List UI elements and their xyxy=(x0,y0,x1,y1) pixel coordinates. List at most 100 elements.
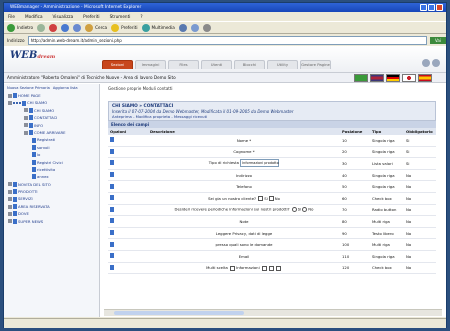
tree-item[interactable]: Registrati xyxy=(4,136,99,143)
menu-file[interactable]: File xyxy=(8,13,15,21)
forward-button[interactable] xyxy=(37,23,46,32)
checkbox[interactable] xyxy=(268,265,274,271)
menu-help[interactable]: ? xyxy=(140,13,142,21)
field-description: Email xyxy=(148,250,340,263)
radio-button[interactable] xyxy=(302,207,308,213)
tab-utenti[interactable]: Utenti xyxy=(201,60,232,69)
logout-icon[interactable] xyxy=(432,59,440,67)
go-button[interactable]: Vai xyxy=(430,36,446,44)
field-description: Leggere Privacy, dati di legge xyxy=(148,227,340,240)
new-section-link[interactable]: Nuova Sezione Primaria xyxy=(7,86,50,90)
tree-item[interactable]: Registri Civici xyxy=(4,159,99,166)
minimize-button[interactable] xyxy=(420,4,427,11)
checkbox[interactable] xyxy=(268,196,274,202)
edit-icon[interactable] xyxy=(110,253,114,259)
tree-item[interactable]: annex xyxy=(4,173,99,180)
print-button[interactable] xyxy=(202,23,211,32)
refresh-icon xyxy=(61,23,70,32)
tree-item[interactable]: lo xyxy=(4,151,99,158)
table-row: Tipo di richiesta Informazioni prodotto 3… xyxy=(108,157,436,170)
refresh-button[interactable] xyxy=(61,23,70,32)
menu-visualizza[interactable]: Visualizza xyxy=(53,13,74,21)
request-type-select[interactable]: Informazioni prodotto xyxy=(240,159,280,168)
tab-utility[interactable]: Utility xyxy=(267,60,298,69)
maximize-button[interactable] xyxy=(428,4,435,11)
check-icon[interactable] xyxy=(354,74,368,82)
tree-item[interactable]: HOME PAGE xyxy=(4,92,99,99)
checkbox[interactable] xyxy=(258,196,264,202)
field-type: Multi riga xyxy=(370,238,404,251)
tree-item[interactable]: CONTATTACI xyxy=(4,114,99,121)
tab-gestore-pagine[interactable]: Gestore Pagine xyxy=(300,60,331,69)
language-flags xyxy=(354,74,432,82)
tab-sezioni[interactable]: Sezioni xyxy=(102,60,133,69)
spain-flag-icon[interactable] xyxy=(418,74,432,82)
edit-icon[interactable] xyxy=(110,172,114,178)
folder-icon xyxy=(8,182,12,187)
checkbox[interactable] xyxy=(275,265,281,271)
refresh-list-link[interactable]: Aggiorna lista xyxy=(53,86,78,90)
edit-icon[interactable] xyxy=(110,218,114,224)
tree-item[interactable]: ricettivita xyxy=(4,166,99,173)
mail-icon xyxy=(190,23,199,32)
edit-icon[interactable] xyxy=(110,137,114,143)
checkbox[interactable] xyxy=(261,265,267,271)
tree-item[interactable]: CHI SIAMO xyxy=(4,99,99,106)
radio-button[interactable] xyxy=(291,207,297,213)
edit-icon[interactable] xyxy=(110,183,114,189)
checkbox[interactable] xyxy=(230,265,236,271)
tree-item[interactable]: NOVITA DEL SITO xyxy=(4,181,99,188)
tree-item[interactable]: INFO xyxy=(4,122,99,129)
back-button[interactable]: Indietro xyxy=(7,23,33,32)
edit-icon[interactable] xyxy=(110,195,114,201)
help-icon[interactable] xyxy=(422,59,430,67)
field-required: No xyxy=(404,227,436,240)
edit-icon[interactable] xyxy=(110,230,114,236)
mail-button[interactable] xyxy=(190,23,199,32)
table-row: Nome * 10 Singola riga Si xyxy=(108,135,436,147)
scrollbar-thumb[interactable] xyxy=(114,311,244,315)
menu-strumenti[interactable]: Strumenti xyxy=(110,13,131,21)
col-options: Opzioni xyxy=(108,128,148,135)
stop-button[interactable] xyxy=(49,23,58,32)
tree-item[interactable]: COME ARRIVARE xyxy=(4,129,99,136)
media-button[interactable]: Multimedia xyxy=(141,23,175,32)
tab-files[interactable]: Files xyxy=(168,60,199,69)
tree-item[interactable]: SERVIZI xyxy=(4,195,99,202)
tree-item[interactable]: PRODOTTI xyxy=(4,188,99,195)
horizontal-scrollbar[interactable] xyxy=(104,309,442,316)
field-type: Multi riga xyxy=(370,215,404,228)
page-icon xyxy=(32,152,36,158)
tab-immagini[interactable]: Immagini xyxy=(135,60,166,69)
edit-icon[interactable] xyxy=(110,148,114,154)
address-input[interactable]: http://admin.web-dream.it/admin_sezioni.… xyxy=(27,35,427,45)
tree-item[interactable]: SUPER NEWS xyxy=(4,218,99,225)
germany-flag-icon[interactable] xyxy=(386,74,400,82)
favorites-button[interactable]: Preferiti xyxy=(111,23,138,32)
edit-icon[interactable] xyxy=(110,206,114,212)
tree-item[interactable]: sorvoli xyxy=(4,144,99,151)
window-controls xyxy=(420,4,443,11)
history-button[interactable] xyxy=(178,23,187,32)
folder-icon xyxy=(24,130,28,135)
home-button[interactable] xyxy=(73,23,82,32)
edit-icon[interactable] xyxy=(110,241,114,247)
edit-icon[interactable] xyxy=(110,264,114,270)
section-links[interactable]: Anteprima - Modifica proprieta - Messagg… xyxy=(112,114,432,119)
tree-item[interactable]: CHI SIAMO xyxy=(4,107,99,114)
tree-item[interactable]: AREA RISERVATA xyxy=(4,203,99,210)
edit-icon[interactable] xyxy=(110,160,114,166)
uk-flag-icon[interactable] xyxy=(370,74,384,82)
table-row: Email 110 Singola riga No xyxy=(108,250,436,263)
menu-preferiti[interactable]: Preferiti xyxy=(83,13,99,21)
search-button[interactable]: Cerca xyxy=(85,23,107,32)
japan-flag-icon[interactable] xyxy=(402,74,416,82)
tree-item[interactable]: DOVE xyxy=(4,210,99,217)
media-icon xyxy=(141,23,150,32)
tab-blocchi[interactable]: Blocchi xyxy=(234,60,265,69)
webdream-logo: WEBdream xyxy=(10,50,56,61)
menu-modifica[interactable]: Modifica xyxy=(25,13,43,21)
close-button[interactable] xyxy=(436,4,443,11)
field-position: 70 xyxy=(340,204,370,217)
folder-icon xyxy=(8,93,12,98)
